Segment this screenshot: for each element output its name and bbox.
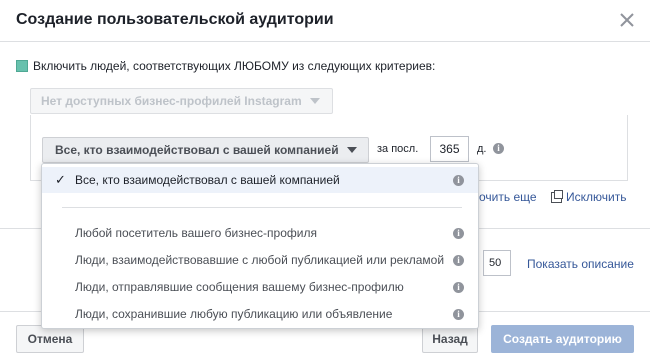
info-icon[interactable]: i [453, 282, 464, 293]
checkmark-icon: ✓ [55, 172, 66, 187]
create-audience-button[interactable]: Создать аудиторию [491, 325, 634, 353]
include-criteria-label: Включить людей, соответствующих ЛЮБОМУ и… [33, 59, 436, 73]
exclude-link-label: Исключить [566, 190, 627, 204]
info-icon[interactable]: i [453, 255, 464, 266]
dropdown-option-label: Любой посетитель вашего бизнес-профиля [75, 226, 317, 240]
period-prefix-label: за посл. [377, 143, 419, 155]
chevron-down-icon [309, 98, 320, 104]
include-criteria-row: Включить людей, соответствующих ЛЮБОМУ и… [16, 59, 435, 73]
dropdown-option-label: Люди, отправлявшие сообщения вашему бизн… [75, 280, 404, 294]
cancel-button[interactable]: Отмена [16, 325, 84, 353]
include-more-link[interactable]: очить еще [479, 190, 537, 204]
include-checkbox[interactable] [16, 60, 28, 72]
engagement-type-select[interactable]: Все, кто взаимодействовал с вашей компан… [42, 137, 369, 163]
instagram-profile-label: Нет доступных бизнес-профилей Instagram [41, 94, 302, 108]
dropdown-option-label: Люди, взаимодействовавшие с любой публик… [75, 253, 445, 267]
dialog-title: Создание пользовательской аудитории [16, 11, 334, 28]
info-icon[interactable]: i [453, 175, 464, 186]
dropdown-option[interactable]: Люди, сохранившие любую публикацию или о… [42, 303, 478, 325]
audience-name-counter[interactable]: 50 [483, 250, 511, 276]
dialog-header: Создание пользовательской аудитории [0, 0, 650, 42]
dropdown-separator [62, 207, 462, 208]
chevron-down-icon [346, 147, 357, 153]
exclude-link[interactable]: Исключить [551, 189, 627, 204]
dropdown-option-selected[interactable]: ✓ Все, кто взаимодействовал с вашей комп… [42, 167, 478, 193]
instagram-profile-select: Нет доступных бизнес-профилей Instagram [30, 88, 333, 114]
info-icon[interactable]: i [453, 309, 464, 320]
info-icon[interactable]: i [493, 143, 504, 154]
exclude-icon [551, 189, 563, 203]
dropdown-option[interactable]: Любой посетитель вашего бизнес-профиля i [42, 222, 478, 244]
info-icon[interactable]: i [453, 228, 464, 239]
dropdown-option[interactable]: Люди, отправлявшие сообщения вашему бизн… [42, 276, 478, 298]
dropdown-option[interactable]: Люди, взаимодействовавшие с любой публик… [42, 249, 478, 271]
engagement-type-label: Все, кто взаимодействовал с вашей компан… [55, 143, 339, 157]
days-suffix-label: д. [477, 143, 487, 155]
close-icon[interactable] [618, 11, 636, 29]
show-description-link[interactable]: Показать описание [527, 257, 634, 271]
retention-days-input[interactable]: 365 [430, 136, 469, 162]
engagement-type-dropdown: ✓ Все, кто взаимодействовал с вашей комп… [41, 163, 479, 329]
back-button[interactable]: Назад [422, 325, 478, 353]
dropdown-option-label: Все, кто взаимодействовал с вашей компан… [75, 173, 340, 187]
dropdown-option-label: Люди, сохранившие любую публикацию или о… [75, 307, 393, 321]
